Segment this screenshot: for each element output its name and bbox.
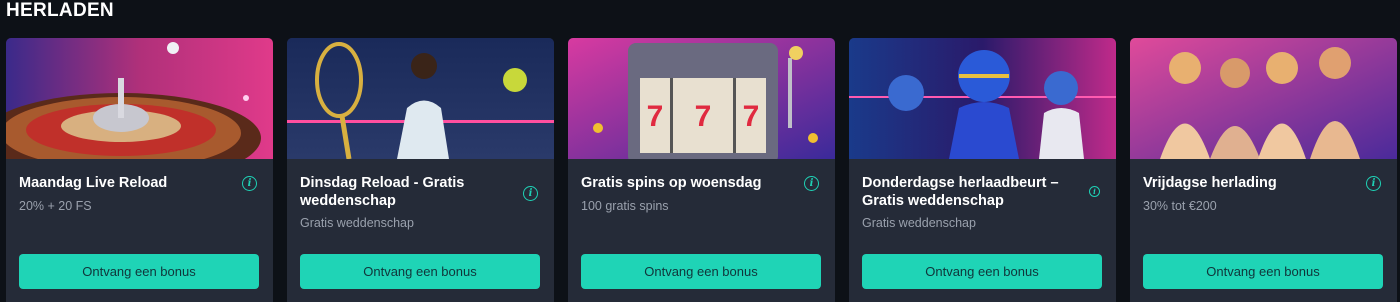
football-players-image[interactable] [849, 38, 1116, 159]
section-title: HERLADEN [6, 0, 114, 21]
card-title: Vrijdagse herlading [1143, 175, 1277, 191]
tennis-player-image[interactable] [287, 38, 554, 159]
card-subtitle: 20% + 20 FS [19, 199, 92, 213]
svg-text:7: 7 [647, 100, 664, 133]
slot-machine-image[interactable]: 7 7 7 [568, 38, 835, 159]
claim-bonus-button[interactable]: Ontvang een bonus [19, 254, 259, 289]
svg-text:7: 7 [695, 100, 712, 133]
info-icon[interactable]: i [1089, 186, 1100, 197]
svg-text:7: 7 [743, 100, 760, 133]
claim-bonus-button[interactable]: Ontvang een bonus [1143, 254, 1383, 289]
card-title: Gratis spins op woensdag [581, 175, 762, 191]
promo-card-wednesday[interactable]: 7 7 7 Gratis spins op woensdag 100 grati… [568, 38, 835, 302]
card-title: Maandag Live Reload [19, 175, 168, 191]
claim-bonus-button[interactable]: Ontvang een bonus [581, 254, 821, 289]
info-icon[interactable]: i [1366, 176, 1381, 191]
card-subtitle: 30% tot €200 [1143, 199, 1217, 213]
info-icon[interactable]: i [804, 176, 819, 191]
card-title: Donderdagse herlaadbeurt – Gratis wedden… [862, 175, 1059, 209]
promo-card-monday[interactable]: Maandag Live Reload 20% + 20 FS i Ontvan… [6, 38, 273, 302]
promo-card-tuesday[interactable]: Dinsdag Reload - Gratis weddenschap Grat… [287, 38, 554, 302]
info-icon[interactable]: i [242, 176, 257, 191]
card-title: Dinsdag Reload - Gratis weddenschap [300, 175, 465, 209]
party-women-image[interactable] [1130, 38, 1397, 159]
promo-cards: Maandag Live Reload 20% + 20 FS i Ontvan… [6, 38, 1397, 302]
roulette-wheel-image[interactable] [6, 38, 273, 159]
info-icon[interactable]: i [523, 186, 538, 201]
card-subtitle: Gratis weddenschap [300, 216, 414, 230]
card-subtitle: Gratis weddenschap [862, 216, 976, 230]
claim-bonus-button[interactable]: Ontvang een bonus [300, 254, 540, 289]
claim-bonus-button[interactable]: Ontvang een bonus [862, 254, 1102, 289]
promo-card-thursday[interactable]: Donderdagse herlaadbeurt – Gratis wedden… [849, 38, 1116, 302]
promo-card-friday[interactable]: Vrijdagse herlading 30% tot €200 i Ontva… [1130, 38, 1397, 302]
card-subtitle: 100 gratis spins [581, 199, 669, 213]
